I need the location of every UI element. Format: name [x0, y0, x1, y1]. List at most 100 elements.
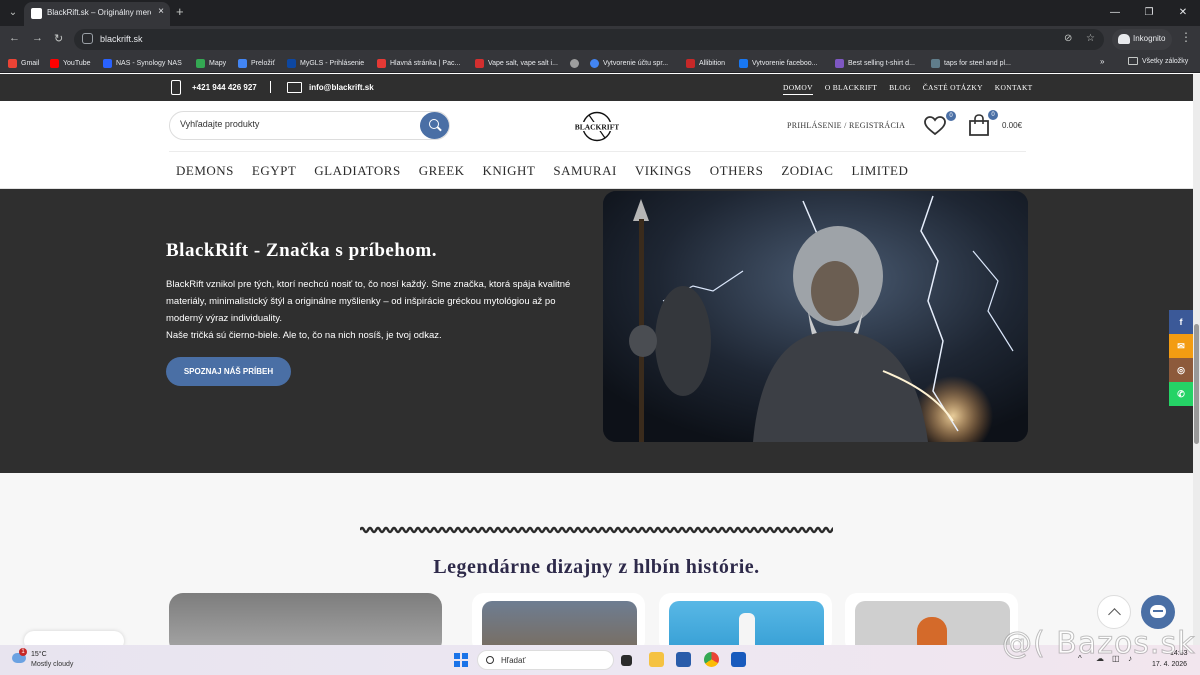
category-egypt[interactable]: EGYPT — [252, 163, 296, 179]
chrome-icon[interactable] — [704, 652, 719, 667]
bookmark-gmail[interactable]: Gmail — [8, 57, 39, 69]
reload-icon[interactable]: ↻ — [54, 32, 63, 45]
bookmark-label: Vape salt, vape salt i... — [488, 59, 558, 67]
category-limited[interactable]: LIMITED — [851, 163, 908, 179]
category-greek[interactable]: GREEK — [419, 163, 465, 179]
clock-date[interactable]: 17. 4. 2026 — [1152, 661, 1187, 668]
bookmark-mapy[interactable]: Mapy — [196, 57, 226, 69]
cookie-widget[interactable] — [24, 631, 124, 645]
bookmark-label: Allibition — [699, 59, 726, 67]
whatsapp-icon[interactable]: ✆ — [1169, 382, 1193, 406]
category-knight[interactable]: KNIGHT — [483, 163, 536, 179]
wishlist-button[interactable]: 0 — [924, 111, 956, 136]
file-explorer-icon[interactable] — [649, 652, 664, 667]
windows-start-icon[interactable] — [454, 653, 468, 667]
tab-search-button[interactable]: ⌄ — [4, 4, 22, 22]
browser-menu-icon[interactable]: ⋮ — [1180, 30, 1192, 44]
url-text[interactable]: blackrift.sk — [100, 34, 143, 44]
bookmark-vape[interactable]: Vape salt, vape salt i... — [475, 57, 558, 69]
facebook-icon[interactable]: f — [1169, 310, 1193, 334]
eye-off-icon[interactable]: ⊘ — [1064, 33, 1072, 44]
card-image — [855, 601, 1010, 645]
bookmark-mygls[interactable]: MyGLS - Prihlásenie — [287, 57, 364, 69]
incognito-badge[interactable]: Inkognito — [1112, 29, 1172, 50]
instagram-icon[interactable]: ◎ — [1169, 358, 1193, 382]
bookmark-allibition[interactable]: Allibition — [686, 57, 725, 69]
bookmark-hlavna[interactable]: Hlavná stránka | Pac... — [377, 57, 460, 69]
category-zodiac[interactable]: ZODIAC — [781, 163, 833, 179]
login-register-link[interactable]: PRIHLÁSENIE / REGISTRÁCIA — [787, 121, 905, 130]
category-vikings[interactable]: VIKINGS — [635, 163, 692, 179]
nav-link-blog[interactable]: BLOG — [889, 83, 911, 95]
our-story-button[interactable]: SPOZNAJ NÁŠ PRÍBEH — [166, 357, 291, 386]
email-address[interactable]: info@blackrift.sk — [309, 83, 374, 92]
nav-link-faq[interactable]: ČASTÉ OTÁZKY — [923, 83, 983, 95]
wave-divider — [360, 526, 833, 534]
top-navigation: DOMOV O BLACKRIFT BLOG ČASTÉ OTÁZKY KONT… — [783, 83, 1033, 95]
bookmark-youtube[interactable]: YouTube — [50, 57, 91, 69]
scrollbar-thumb[interactable] — [1194, 324, 1199, 444]
category-samurai[interactable]: SAMURAI — [553, 163, 616, 179]
vape-icon — [475, 58, 484, 68]
bookmark-vytvorenie-uctu[interactable]: Vytvorenie účtu spr... — [590, 57, 668, 69]
scroll-to-top-button[interactable] — [1097, 595, 1131, 629]
bookmarks-bar: Gmail YouTube NAS - Synology NAS Mapy Pr… — [0, 53, 1200, 73]
notification-badge: 1 — [19, 648, 27, 656]
collections-section: Legendárne dizajny z hlbín histórie. — [0, 473, 1193, 645]
minimize-icon[interactable]: — — [1098, 0, 1132, 26]
back-icon[interactable]: ← — [9, 32, 20, 44]
nav-link-o-blackrift[interactable]: O BLACKRIFT — [825, 83, 877, 95]
collection-card[interactable] — [472, 593, 645, 645]
hero-paragraph: Naše tričká sú čierno-biele. Ale to, čo … — [166, 330, 442, 341]
close-window-icon[interactable]: ✕ — [1166, 0, 1200, 26]
phone-number[interactable]: +421 944 426 927 — [192, 83, 257, 92]
tab-close-icon[interactable]: × — [158, 6, 164, 17]
weather-temperature[interactable]: 15°C — [31, 651, 47, 658]
address-bar: ← → ↻ blackrift.sk ⊘ ☆ Inkognito ⋮ — [0, 26, 1200, 53]
nav-link-domov[interactable]: DOMOV — [783, 83, 813, 95]
collection-card[interactable] — [169, 593, 442, 645]
bookmark-taps[interactable]: taps for steel and pl... — [931, 57, 1011, 69]
nav-link-kontakt[interactable]: KONTAKT — [995, 83, 1033, 95]
cart-button[interactable]: 0 — [968, 110, 998, 137]
chat-button[interactable] — [1141, 595, 1175, 629]
search-input[interactable] — [180, 119, 420, 129]
collection-card[interactable] — [659, 593, 832, 645]
store-icon[interactable] — [676, 652, 691, 667]
new-tab-button[interactable]: + — [176, 4, 184, 20]
omnibox[interactable]: blackrift.sk ⊘ ☆ — [74, 29, 1104, 50]
bookmark-facebook[interactable]: Vytvorenie faceboo... — [739, 57, 818, 69]
taskbar-search[interactable]: Hľadať — [477, 650, 614, 670]
word-icon[interactable] — [731, 652, 746, 667]
bookmark-label: Mapy — [209, 59, 227, 67]
site-info-icon[interactable] — [82, 33, 93, 44]
forward-icon[interactable]: → — [32, 32, 43, 44]
browser-tab-active[interactable]: BlackRift.sk – Originálny merch × — [24, 2, 170, 26]
email-share-icon[interactable]: ✉ — [1169, 334, 1193, 358]
site-logo[interactable]: BLACKRIFT — [575, 111, 619, 142]
bookmark-globe[interactable] — [570, 57, 583, 69]
page-viewport: +421 944 426 927 info@blackrift.sk DOMOV… — [0, 74, 1193, 645]
card-image — [669, 601, 824, 645]
collection-card[interactable] — [845, 593, 1018, 645]
bookmark-nas[interactable]: NAS - Synology NAS — [103, 57, 182, 69]
bookmark-label: MyGLS - Prihlásenie — [300, 59, 365, 67]
category-gladiators[interactable]: GLADIATORS — [314, 163, 400, 179]
weather-condition[interactable]: Mostly cloudy — [31, 661, 73, 668]
bazos-watermark: @( Bazos.sk — [1001, 626, 1196, 662]
cart-total[interactable]: 0.00€ — [1002, 121, 1022, 130]
task-view-icon[interactable] — [621, 655, 632, 666]
bookmark-star-icon[interactable]: ☆ — [1086, 33, 1095, 44]
search-button[interactable] — [420, 112, 449, 139]
logo-wordmark: BLACKRIFT — [575, 123, 619, 132]
hero-image-zeus — [603, 191, 1028, 442]
category-others[interactable]: OTHERS — [710, 163, 764, 179]
category-demons[interactable]: DEMONS — [176, 163, 234, 179]
all-bookmarks-button[interactable]: Všetky záložky — [1128, 57, 1188, 65]
bookmark-tshirt[interactable]: Best selling t-shirt d... — [835, 57, 915, 69]
page-scrollbar[interactable] — [1193, 74, 1200, 645]
maximize-icon[interactable]: ❐ — [1132, 0, 1166, 26]
bookmark-prelozit[interactable]: Preložiť — [238, 57, 275, 69]
bookmarks-overflow-icon[interactable]: » — [1100, 57, 1104, 66]
bookmark-label: YouTube — [63, 59, 91, 67]
